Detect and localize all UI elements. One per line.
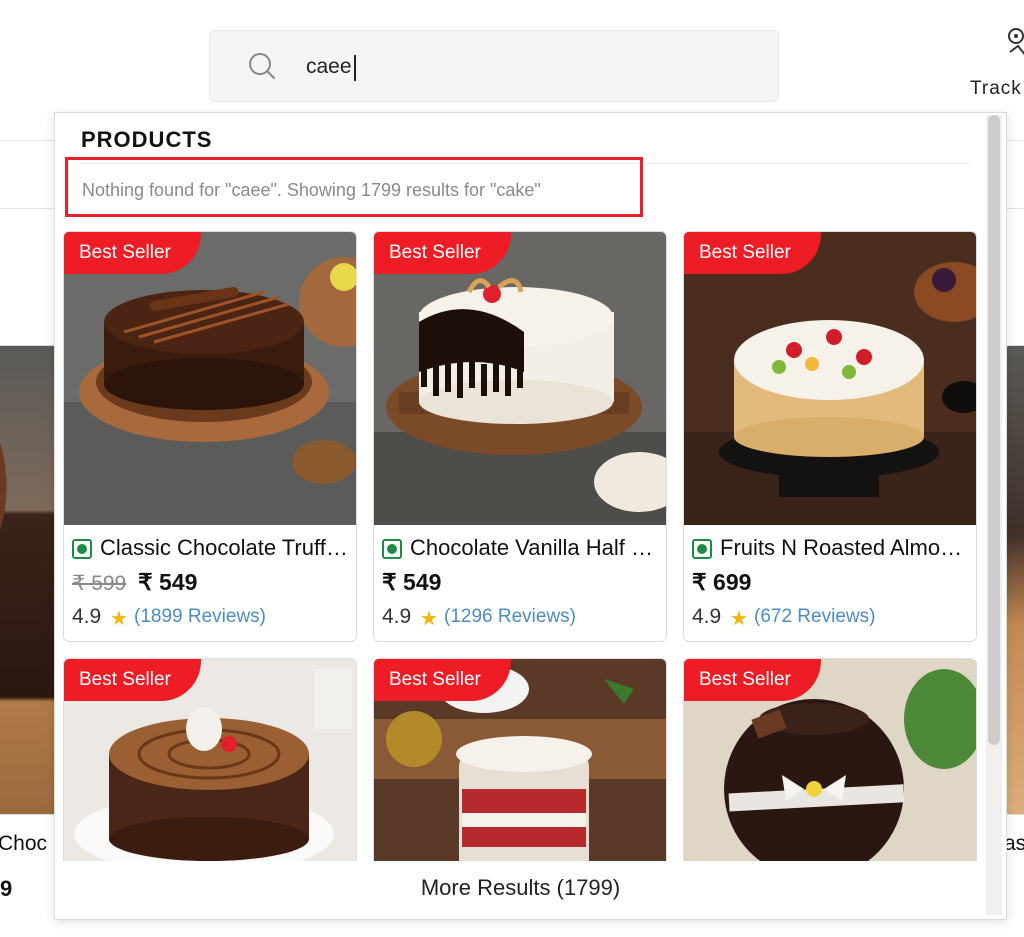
best-seller-badge: Best Seller bbox=[684, 232, 821, 274]
location-pin-icon bbox=[1008, 28, 1024, 56]
product-price: ₹ 549 bbox=[382, 569, 442, 595]
star-icon: ★ bbox=[730, 608, 748, 630]
background-product-image bbox=[1006, 346, 1024, 814]
veg-icon bbox=[72, 539, 92, 559]
product-card[interactable]: Best Seller bbox=[63, 658, 357, 888]
product-card[interactable]: Best Seller bbox=[683, 658, 977, 888]
best-seller-badge: Best Seller bbox=[684, 659, 821, 701]
product-name[interactable]: Fruits N Roasted Almond Cake bbox=[720, 535, 970, 561]
background-product-name: as bbox=[1004, 832, 1024, 855]
background-product-card[interactable] bbox=[1005, 345, 1024, 815]
best-seller-badge: Best Seller bbox=[374, 659, 511, 701]
fruit-almond-cake-image bbox=[684, 232, 976, 525]
background-product-price: 9 bbox=[0, 876, 13, 901]
star-icon: ★ bbox=[420, 608, 438, 630]
background-product-name: Choc bbox=[0, 832, 48, 855]
search-bar[interactable] bbox=[209, 30, 779, 102]
section-title: PRODUCTS bbox=[81, 127, 213, 152]
background-product-card[interactable] bbox=[0, 345, 60, 815]
product-image[interactable] bbox=[684, 232, 976, 525]
text-cursor bbox=[354, 55, 356, 81]
dropdown-scrollbar[interactable] bbox=[986, 115, 1002, 915]
product-card[interactable]: Best Seller Classic Chocolate Truffle Ca… bbox=[63, 231, 357, 642]
product-rating: 4.9 bbox=[72, 605, 102, 628]
product-rating: 4.9 bbox=[382, 605, 412, 628]
product-reviews-link[interactable]: (1899 Reviews) bbox=[134, 606, 266, 628]
product-name[interactable]: Chocolate Vanilla Half n Half Cake bbox=[410, 535, 660, 561]
chocolate-truffle-cake-image bbox=[64, 232, 356, 525]
chocolate-vanilla-cake-image bbox=[374, 232, 666, 525]
product-card[interactable]: Best Seller bbox=[373, 658, 667, 888]
product-image[interactable] bbox=[64, 232, 356, 525]
product-price: ₹ 699 bbox=[692, 569, 752, 595]
search-suggestions-dropdown: PRODUCTS Nothing found for "caee". Showi… bbox=[54, 112, 1007, 920]
search-correction-text: Nothing found for "caee". Showing 1799 r… bbox=[82, 180, 541, 200]
scrollbar-thumb[interactable] bbox=[988, 115, 1000, 745]
product-card[interactable]: Best Seller Chocolate Vanilla Half n Hal… bbox=[373, 231, 667, 642]
product-reviews-link[interactable]: (672 Reviews) bbox=[754, 606, 875, 628]
search-correction-notice: Nothing found for "caee". Showing 1799 r… bbox=[65, 157, 643, 217]
product-image[interactable] bbox=[374, 232, 666, 525]
track-label: Track bbox=[970, 78, 1022, 99]
more-results-button[interactable]: More Results (1799) bbox=[421, 875, 620, 901]
product-reviews-link[interactable]: (1296 Reviews) bbox=[444, 606, 576, 628]
product-name[interactable]: Classic Chocolate Truffle Cake bbox=[100, 535, 350, 561]
best-seller-badge: Best Seller bbox=[64, 659, 201, 701]
search-input[interactable] bbox=[306, 51, 726, 83]
product-card[interactable]: Best Seller Fruits N Roasted Almond Cake… bbox=[683, 231, 977, 642]
best-seller-badge: Best Seller bbox=[374, 232, 511, 274]
search-icon[interactable] bbox=[248, 52, 276, 80]
more-results-bar: More Results (1799) bbox=[55, 861, 986, 919]
product-rating: 4.9 bbox=[692, 605, 722, 628]
product-mrp: ₹ 599 bbox=[72, 572, 127, 595]
star-icon: ★ bbox=[110, 608, 128, 630]
veg-icon bbox=[382, 539, 402, 559]
veg-icon bbox=[692, 539, 712, 559]
product-price: ₹ 549 bbox=[138, 569, 198, 595]
background-product-image bbox=[0, 346, 59, 814]
best-seller-badge: Best Seller bbox=[64, 232, 201, 274]
